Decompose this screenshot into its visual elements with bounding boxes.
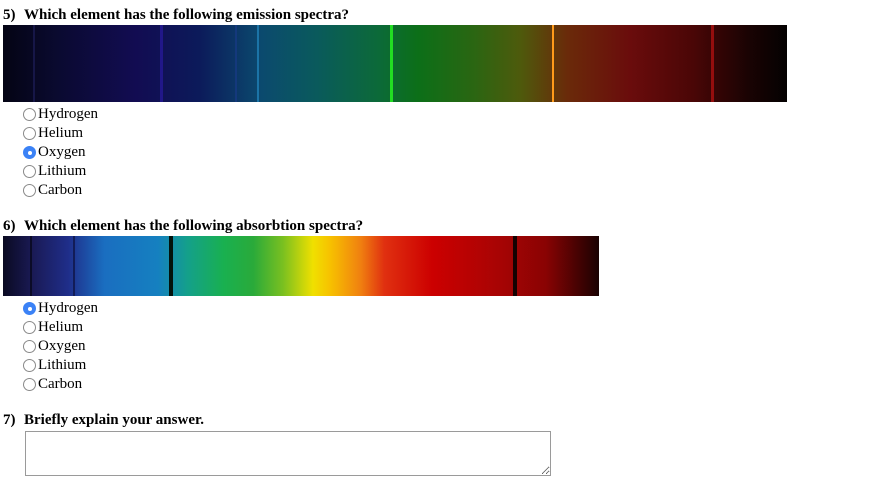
q5-radio-oxygen[interactable] [23,146,36,159]
q5-radio-carbon[interactable] [23,184,36,197]
q6-option-label: Hydrogen [38,300,98,316]
q6-radio-lithium[interactable] [23,359,36,372]
absorption-spectrum-image [3,236,599,296]
q6-radio-oxygen[interactable] [23,340,36,353]
q5-radio-helium[interactable] [23,127,36,140]
q6-option-label: Lithium [38,357,87,373]
q6-radio-carbon[interactable] [23,378,36,391]
q6-option-carbon[interactable]: Carbon [23,375,98,394]
q6-radio-helium[interactable] [23,321,36,334]
question-5-number: 5) [3,7,16,23]
q6-option-label: Carbon [38,376,83,392]
q5-option-helium[interactable]: Helium [23,124,98,143]
q5-option-carbon[interactable]: Carbon [23,181,98,200]
q6-option-hydrogen[interactable]: Hydrogen [23,299,98,318]
question-7-number: 7) [3,412,16,428]
explanation-textarea[interactable] [25,431,551,476]
question-5-options: Hydrogen Helium Oxygen Lithium Carbon [23,105,98,200]
q5-option-label: Helium [38,125,83,141]
question-5-text: Which element has the following emission… [24,7,349,23]
q6-option-oxygen[interactable]: Oxygen [23,337,98,356]
q5-option-oxygen[interactable]: Oxygen [23,143,98,162]
q5-option-label: Hydrogen [38,106,98,122]
q5-radio-hydrogen[interactable] [23,108,36,121]
question-6-options: Hydrogen Helium Oxygen Lithium Carbon [23,299,98,394]
question-6-number: 6) [3,218,16,234]
q5-option-label: Lithium [38,163,87,179]
q5-option-label: Carbon [38,182,83,198]
q5-radio-lithium[interactable] [23,165,36,178]
q5-option-hydrogen[interactable]: Hydrogen [23,105,98,124]
question-6-heading: 6) Which element has the following absorb… [3,218,363,235]
question-5-heading: 5) Which element has the following emissi… [3,7,349,24]
q5-option-lithium[interactable]: Lithium [23,162,98,181]
q6-option-label: Helium [38,319,83,335]
emission-spectrum-image [3,25,787,102]
q6-option-helium[interactable]: Helium [23,318,98,337]
question-6-text: Which element has the following absorbti… [24,218,364,234]
q6-option-label: Oxygen [38,338,86,354]
question-7-heading: 7) Briefly explain your answer. [3,412,204,429]
q6-radio-hydrogen[interactable] [23,302,36,315]
q6-option-lithium[interactable]: Lithium [23,356,98,375]
question-7-text: Briefly explain your answer. [24,412,205,428]
q5-option-label: Oxygen [38,144,86,160]
